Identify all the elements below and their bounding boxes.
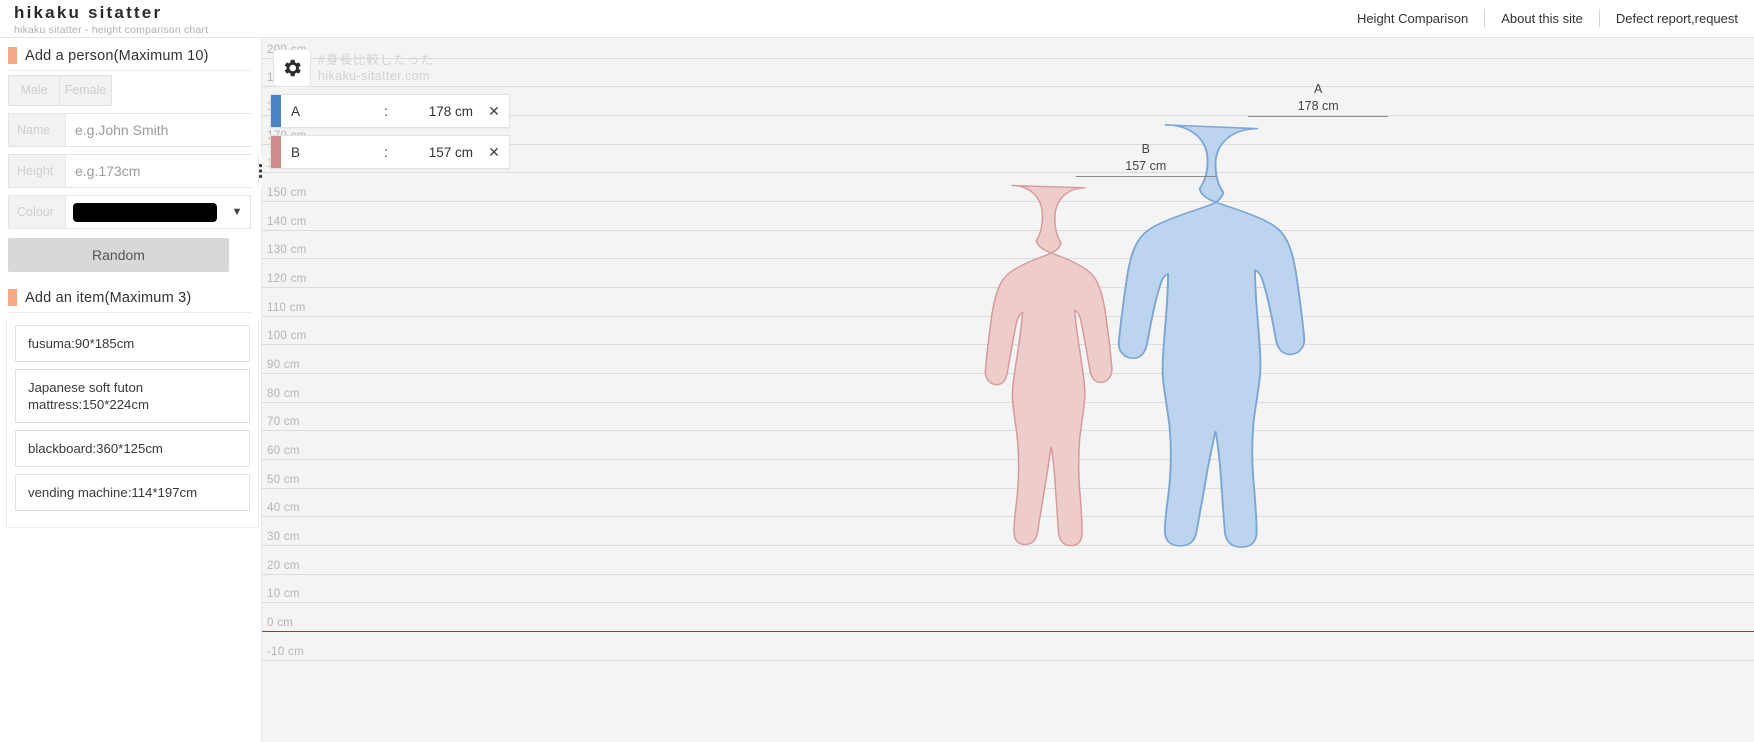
axis-tick-label: 80 cm	[267, 387, 300, 400]
axis-tick-label: 150 cm	[267, 186, 307, 199]
axis-tick-label: 100 cm	[267, 330, 307, 343]
person-height: 157 cm	[428, 144, 473, 160]
gender-male-button[interactable]: Male	[8, 75, 60, 106]
axis-tick-label: 110 cm	[267, 301, 306, 314]
list-item[interactable]: fusuma:90*185cm	[15, 325, 250, 362]
watermark-line-2: hikaku-sitatter.com	[318, 69, 430, 83]
gender-female-button[interactable]: Female	[60, 75, 112, 106]
name-field-label: Name	[9, 114, 66, 146]
colour-swatch	[73, 202, 217, 222]
person-name: A	[291, 103, 301, 119]
person-card-list: A : 178 cm ✕ B : 157 cm ✕	[270, 94, 510, 176]
baseline-zero	[262, 631, 1754, 632]
gridline	[262, 659, 1754, 661]
gear-icon[interactable]	[273, 49, 311, 87]
figure-label-a: A 178 cm	[1248, 81, 1389, 117]
item-list: fusuma:90*185cm Japanese soft futon matt…	[6, 319, 259, 528]
colour-field-row: Colour ▼	[8, 195, 251, 229]
add-item-title: Add an item(Maximum 3)	[25, 289, 192, 306]
person-card-a[interactable]: A : 178 cm ✕	[270, 94, 510, 128]
axis-tick-label: 70 cm	[267, 416, 300, 429]
figure-name-b: B	[1141, 141, 1150, 156]
app-root: hikaku sitatter hikaku sitatter - height…	[0, 0, 1754, 742]
figure-person-b[interactable]: B 157 cm	[962, 142, 1216, 631]
gridline	[262, 86, 1754, 88]
person-name: B	[291, 144, 301, 160]
axis-tick-label: 20 cm	[267, 559, 300, 572]
figure-name-a: A	[1314, 81, 1323, 96]
figure-height-a: 178 cm	[1248, 98, 1389, 117]
chevron-down-icon[interactable]: ▼	[224, 196, 250, 228]
close-icon[interactable]: ✕	[479, 136, 509, 168]
height-field-label: Height	[9, 155, 66, 187]
brand: hikaku sitatter hikaku sitatter - height…	[14, 4, 208, 37]
height-input[interactable]	[66, 155, 258, 187]
height-comparison-chart: 200 cm190 cm180 cm170 cm160 cm150 cm140 …	[262, 38, 1754, 742]
random-button[interactable]: Random	[8, 238, 229, 272]
axis-tick-label: 10 cm	[267, 588, 300, 601]
person-color-bar	[271, 95, 281, 127]
axis-tick-label: 90 cm	[267, 358, 300, 371]
axis-tick-label: 140 cm	[267, 215, 307, 228]
add-item-section-header: Add an item(Maximum 3)	[8, 283, 251, 313]
axis-tick-label: 130 cm	[267, 244, 307, 257]
main-nav: Height Comparison About this site Defect…	[1341, 9, 1754, 28]
colour-select[interactable]	[66, 196, 224, 228]
figure-height-b: 157 cm	[1075, 158, 1216, 177]
nav-link-about-this-site[interactable]: About this site	[1485, 9, 1599, 28]
axis-tick-label: 120 cm	[267, 272, 307, 285]
list-item[interactable]: blackboard:360*125cm	[15, 430, 250, 467]
name-input[interactable]	[66, 114, 258, 146]
person-colon: :	[384, 103, 388, 119]
person-card-b[interactable]: B : 157 cm ✕	[270, 135, 510, 169]
close-icon[interactable]: ✕	[479, 95, 509, 127]
person-height: 178 cm	[428, 103, 473, 119]
height-field-row: Height	[8, 154, 276, 188]
axis-tick-label: 0 cm	[267, 617, 294, 629]
figure-label-b: B 157 cm	[1075, 141, 1216, 177]
gender-toggle-group: Male Female	[8, 75, 251, 106]
gridline	[262, 57, 1754, 59]
colour-field-label: Colour	[9, 196, 66, 228]
axis-tick-label: 30 cm	[267, 530, 300, 543]
nav-link-defect-report[interactable]: Defect report,request	[1600, 9, 1754, 28]
person-color-bar	[271, 136, 281, 168]
add-person-title: Add a person(Maximum 10)	[25, 47, 209, 64]
name-field-row: Name	[8, 113, 258, 147]
sidebar: Add a person(Maximum 10) Male Female Nam…	[0, 38, 276, 742]
section-accent-bar	[8, 289, 17, 306]
list-item[interactable]: vending machine:114*197cm	[15, 474, 250, 511]
add-person-section-header: Add a person(Maximum 10)	[8, 41, 251, 71]
person-colon: :	[384, 144, 388, 160]
axis-tick-label: 50 cm	[267, 473, 300, 486]
axis-tick-label: 40 cm	[267, 502, 300, 515]
section-accent-bar	[8, 47, 17, 64]
brand-subtitle: hikaku sitatter - height comparison char…	[14, 24, 209, 36]
watermark-line-1: #身長比較したった	[318, 53, 434, 67]
list-item[interactable]: Japanese soft futon mattress:150*224cm	[15, 369, 250, 423]
brand-title: hikaku sitatter	[14, 3, 163, 22]
site-header: hikaku sitatter hikaku sitatter - height…	[0, 0, 1754, 38]
nav-link-height-comparison[interactable]: Height Comparison	[1341, 9, 1484, 28]
axis-tick-label: 60 cm	[267, 444, 300, 457]
axis-tick-label: -10 cm	[267, 645, 304, 658]
